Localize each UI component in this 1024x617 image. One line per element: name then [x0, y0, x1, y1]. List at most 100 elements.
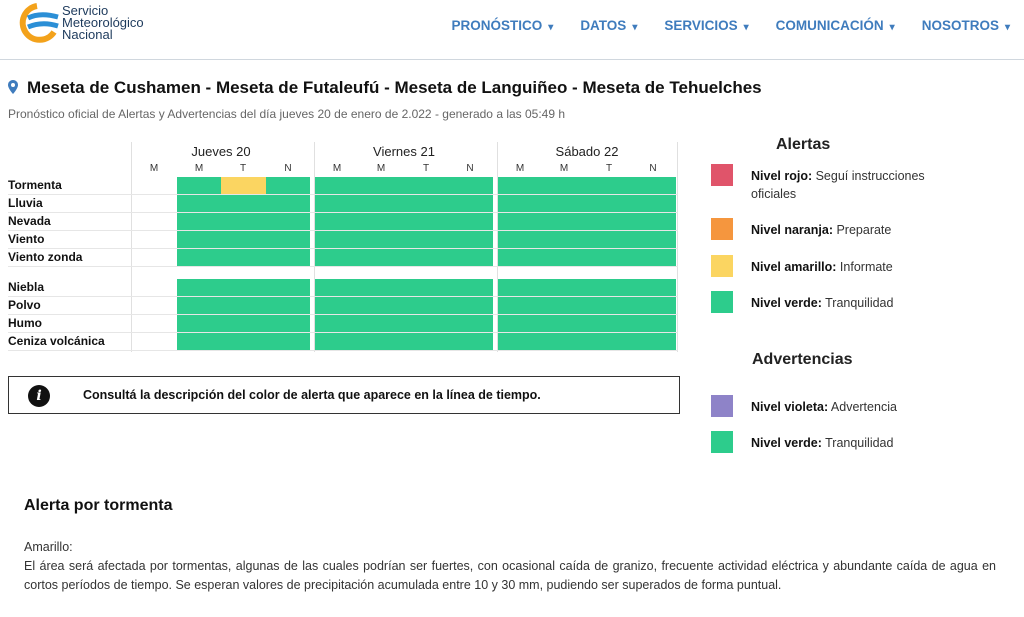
alert-level-cell[interactable]	[404, 213, 448, 230]
alert-level-cell[interactable]	[359, 333, 404, 350]
alert-level-cell[interactable]	[448, 315, 493, 332]
alert-level-cell[interactable]	[498, 297, 542, 314]
alert-level-cell[interactable]	[498, 195, 542, 212]
alert-level-cell[interactable]	[266, 213, 310, 230]
alert-level-cell[interactable]	[448, 249, 493, 266]
alert-level-cell[interactable]	[266, 231, 310, 248]
alert-level-cell[interactable]	[448, 177, 493, 194]
alert-level-cell[interactable]	[631, 177, 676, 194]
alert-level-cell[interactable]	[404, 249, 448, 266]
alert-level-cell[interactable]	[404, 195, 448, 212]
alert-level-cell[interactable]	[359, 195, 404, 212]
alert-level-cell[interactable]	[542, 249, 587, 266]
alert-level-cell[interactable]	[448, 297, 493, 314]
alert-level-cell[interactable]	[404, 315, 448, 332]
nav-servicios[interactable]: SERVICIOS ▾	[664, 18, 748, 33]
nav-pronostico[interactable]: PRONÓSTICO ▾	[452, 18, 554, 33]
alert-level-cell[interactable]	[315, 315, 359, 332]
alert-level-cell[interactable]	[498, 231, 542, 248]
nav-comunicacion[interactable]: COMUNICACIÓN ▾	[776, 18, 895, 33]
alert-level-cell[interactable]	[631, 231, 676, 248]
alert-level-cell[interactable]	[177, 315, 221, 332]
alert-level-cell[interactable]	[542, 333, 587, 350]
nav-nosotros[interactable]: NOSOTROS ▾	[922, 18, 1010, 33]
alert-level-cell[interactable]	[498, 333, 542, 350]
alert-level-cell[interactable]	[587, 249, 631, 266]
alert-level-cell[interactable]	[542, 297, 587, 314]
alert-level-cell[interactable]	[587, 315, 631, 332]
alert-level-cell[interactable]	[359, 279, 404, 296]
alert-level-cell[interactable]	[177, 333, 221, 350]
alert-level-cell[interactable]	[221, 231, 266, 248]
alert-level-cell[interactable]	[315, 249, 359, 266]
alert-level-cell[interactable]	[498, 249, 542, 266]
alert-level-cell[interactable]	[221, 315, 266, 332]
alert-level-cell[interactable]	[587, 195, 631, 212]
alert-level-cell[interactable]	[404, 279, 448, 296]
alert-level-cell[interactable]	[542, 177, 587, 194]
alert-level-cell[interactable]	[631, 195, 676, 212]
alert-level-cell[interactable]	[266, 333, 310, 350]
alert-level-cell[interactable]	[315, 279, 359, 296]
alert-level-cell[interactable]	[631, 279, 676, 296]
alert-level-cell[interactable]	[448, 333, 493, 350]
alert-level-cell[interactable]	[359, 213, 404, 230]
alert-level-cell[interactable]	[177, 213, 221, 230]
alert-level-cell[interactable]	[359, 249, 404, 266]
alert-level-cell[interactable]	[315, 333, 359, 350]
alert-level-cell[interactable]	[631, 333, 676, 350]
alert-level-cell[interactable]	[448, 213, 493, 230]
alert-level-cell[interactable]	[177, 297, 221, 314]
alert-level-cell[interactable]	[266, 279, 310, 296]
alert-level-cell[interactable]	[542, 213, 587, 230]
alert-level-cell[interactable]	[266, 195, 310, 212]
alert-level-cell[interactable]	[448, 231, 493, 248]
alert-level-cell[interactable]	[315, 297, 359, 314]
alert-level-cell[interactable]	[542, 231, 587, 248]
alert-level-cell[interactable]	[587, 213, 631, 230]
alert-level-cell[interactable]	[177, 195, 221, 212]
alert-level-cell[interactable]	[177, 177, 221, 194]
alert-level-cell[interactable]	[404, 333, 448, 350]
smn-logo[interactable]: Servicio Meteorológico Nacional	[14, 2, 164, 44]
alert-level-cell[interactable]	[359, 231, 404, 248]
alert-level-cell[interactable]	[266, 297, 310, 314]
alert-level-cell[interactable]	[542, 315, 587, 332]
alert-level-cell[interactable]	[177, 231, 221, 248]
alert-level-cell[interactable]	[177, 279, 221, 296]
alert-level-cell[interactable]	[221, 195, 266, 212]
alert-level-cell[interactable]	[315, 195, 359, 212]
alert-level-cell[interactable]	[448, 279, 493, 296]
alert-level-cell[interactable]	[631, 213, 676, 230]
alert-level-cell[interactable]	[498, 213, 542, 230]
alert-level-cell[interactable]	[221, 213, 266, 230]
alert-level-cell[interactable]	[631, 249, 676, 266]
alert-level-cell[interactable]	[448, 195, 493, 212]
alert-level-cell[interactable]	[542, 195, 587, 212]
alert-level-cell[interactable]	[587, 231, 631, 248]
alert-level-cell[interactable]	[266, 249, 310, 266]
alert-level-cell[interactable]	[587, 297, 631, 314]
alert-level-cell[interactable]	[266, 177, 310, 194]
alert-level-cell[interactable]	[404, 231, 448, 248]
alert-level-cell[interactable]	[404, 297, 448, 314]
alert-level-cell[interactable]	[359, 177, 404, 194]
alert-level-cell[interactable]	[315, 213, 359, 230]
alert-level-cell[interactable]	[359, 315, 404, 332]
alert-level-cell[interactable]	[221, 297, 266, 314]
alert-level-cell[interactable]	[587, 279, 631, 296]
alert-level-cell[interactable]	[542, 279, 587, 296]
alert-level-cell[interactable]	[266, 315, 310, 332]
alert-level-cell[interactable]	[587, 333, 631, 350]
alert-level-cell[interactable]	[587, 177, 631, 194]
alert-level-cell[interactable]	[631, 297, 676, 314]
alert-level-cell[interactable]	[631, 315, 676, 332]
alert-level-cell[interactable]	[404, 177, 448, 194]
alert-level-cell[interactable]	[315, 231, 359, 248]
alert-level-cell[interactable]	[221, 177, 266, 194]
alert-level-cell[interactable]	[221, 249, 266, 266]
alert-level-cell[interactable]	[177, 249, 221, 266]
nav-datos[interactable]: DATOS ▾	[580, 18, 637, 33]
alert-level-cell[interactable]	[359, 297, 404, 314]
alert-level-cell[interactable]	[315, 177, 359, 194]
